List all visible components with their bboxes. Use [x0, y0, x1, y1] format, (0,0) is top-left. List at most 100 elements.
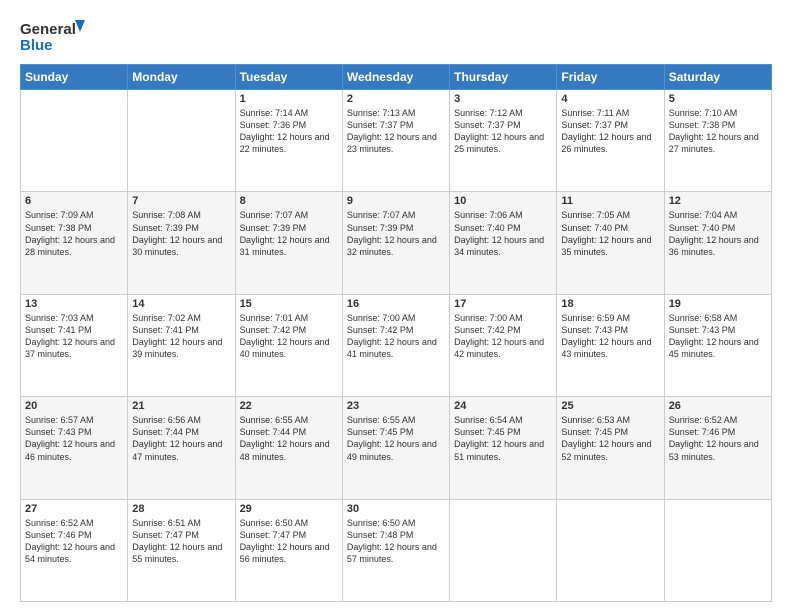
day-number: 13 [25, 298, 123, 310]
calendar-cell [21, 90, 128, 192]
day-number: 12 [669, 195, 767, 207]
day-header-monday: Monday [128, 65, 235, 90]
calendar-cell: 10 Sunrise: 7:06 AMSunset: 7:40 PMDayligh… [450, 192, 557, 294]
svg-text:Blue: Blue [20, 37, 53, 54]
header: GeneralBlue [20, 18, 772, 54]
day-info: Sunrise: 7:01 AMSunset: 7:42 PMDaylight:… [240, 312, 338, 361]
day-info: Sunrise: 6:56 AMSunset: 7:44 PMDaylight:… [132, 414, 230, 463]
day-info: Sunrise: 7:07 AMSunset: 7:39 PMDaylight:… [347, 209, 445, 258]
calendar-cell: 15Sunrise: 7:01 AMSunset: 7:42 PMDayligh… [235, 294, 342, 396]
day-info: Sunrise: 6:57 AMSunset: 7:43 PMDaylight:… [25, 414, 123, 463]
calendar-cell: 17 Sunrise: 7:00 AMSunset: 7:42 PMDayligh… [450, 294, 557, 396]
day-info: Sunrise: 7:09 AMSunset: 7:38 PMDaylight:… [25, 209, 123, 258]
day-info: Sunrise: 6:50 AMSunset: 7:48 PMDaylight:… [347, 517, 445, 566]
day-info: Sunrise: 6:55 AMSunset: 7:44 PMDaylight:… [240, 414, 338, 463]
day-number: 28 [132, 503, 230, 515]
calendar-cell: 5Sunrise: 7:10 AMSunset: 7:38 PMDaylight… [664, 90, 771, 192]
page: GeneralBlue SundayMondayTuesdayWednesday… [0, 0, 792, 612]
calendar-week-5: 27 Sunrise: 6:52 AMSunset: 7:46 PMDayligh… [21, 499, 772, 601]
day-info: Sunrise: 6:59 AMSunset: 7:43 PMDaylight:… [561, 312, 659, 361]
calendar-cell: 30 Sunrise: 6:50 AMSunset: 7:48 PMDayligh… [342, 499, 449, 601]
day-info: Sunrise: 6:51 AMSunset: 7:47 PMDaylight:… [132, 517, 230, 566]
day-number: 2 [347, 93, 445, 105]
calendar-cell: 27 Sunrise: 6:52 AMSunset: 7:46 PMDayligh… [21, 499, 128, 601]
day-info: Sunrise: 7:06 AMSunset: 7:40 PMDaylight:… [454, 209, 552, 258]
day-info: Sunrise: 7:07 AMSunset: 7:39 PMDaylight:… [240, 209, 338, 258]
day-header-sunday: Sunday [21, 65, 128, 90]
calendar-cell: 7 Sunrise: 7:08 AMSunset: 7:39 PMDaylight… [128, 192, 235, 294]
day-header-tuesday: Tuesday [235, 65, 342, 90]
day-info: Sunrise: 7:12 AMSunset: 7:37 PMDaylight:… [454, 107, 552, 156]
day-info: Sunrise: 7:00 AMSunset: 7:42 PMDaylight:… [347, 312, 445, 361]
day-number: 20 [25, 400, 123, 412]
day-number: 21 [132, 400, 230, 412]
day-number: 16 [347, 298, 445, 310]
day-info: Sunrise: 7:08 AMSunset: 7:39 PMDaylight:… [132, 209, 230, 258]
day-info: Sunrise: 7:14 AMSunset: 7:36 PMDaylight:… [240, 107, 338, 156]
calendar-cell: 16 Sunrise: 7:00 AMSunset: 7:42 PMDayligh… [342, 294, 449, 396]
calendar-cell: 6 Sunrise: 7:09 AMSunset: 7:38 PMDaylight… [21, 192, 128, 294]
calendar-table: SundayMondayTuesdayWednesdayThursdayFrid… [20, 64, 772, 602]
day-header-thursday: Thursday [450, 65, 557, 90]
day-number: 7 [132, 195, 230, 207]
calendar-cell: 3 Sunrise: 7:12 AMSunset: 7:37 PMDaylight… [450, 90, 557, 192]
day-info: Sunrise: 7:11 AMSunset: 7:37 PMDaylight:… [561, 107, 659, 156]
day-number: 25 [561, 400, 659, 412]
day-number: 4 [561, 93, 659, 105]
day-number: 8 [240, 195, 338, 207]
day-info: Sunrise: 6:53 AMSunset: 7:45 PMDaylight:… [561, 414, 659, 463]
calendar-cell: 8 Sunrise: 7:07 AMSunset: 7:39 PMDaylight… [235, 192, 342, 294]
day-number: 27 [25, 503, 123, 515]
calendar-header-row: SundayMondayTuesdayWednesdayThursdayFrid… [21, 65, 772, 90]
calendar-week-4: 20 Sunrise: 6:57 AMSunset: 7:43 PMDayligh… [21, 397, 772, 499]
calendar-cell: 28 Sunrise: 6:51 AMSunset: 7:47 PMDayligh… [128, 499, 235, 601]
calendar-week-1: 1 Sunrise: 7:14 AMSunset: 7:36 PMDaylight… [21, 90, 772, 192]
day-number: 1 [240, 93, 338, 105]
day-info: Sunrise: 7:00 AMSunset: 7:42 PMDaylight:… [454, 312, 552, 361]
svg-text:General: General [20, 21, 76, 38]
calendar-cell: 23Sunrise: 6:55 AMSunset: 7:45 PMDayligh… [342, 397, 449, 499]
day-number: 3 [454, 93, 552, 105]
calendar-cell: 4 Sunrise: 7:11 AMSunset: 7:37 PMDaylight… [557, 90, 664, 192]
day-info: Sunrise: 6:52 AMSunset: 7:46 PMDaylight:… [25, 517, 123, 566]
calendar-cell [128, 90, 235, 192]
day-info: Sunrise: 6:58 AMSunset: 7:43 PMDaylight:… [669, 312, 767, 361]
day-number: 17 [454, 298, 552, 310]
day-info: Sunrise: 7:04 AMSunset: 7:40 PMDaylight:… [669, 209, 767, 258]
day-info: Sunrise: 6:52 AMSunset: 7:46 PMDaylight:… [669, 414, 767, 463]
logo-svg: GeneralBlue [20, 18, 90, 54]
day-number: 18 [561, 298, 659, 310]
calendar-cell [557, 499, 664, 601]
calendar-cell [450, 499, 557, 601]
day-info: Sunrise: 6:54 AMSunset: 7:45 PMDaylight:… [454, 414, 552, 463]
day-info: Sunrise: 6:55 AMSunset: 7:45 PMDaylight:… [347, 414, 445, 463]
day-number: 24 [454, 400, 552, 412]
day-number: 6 [25, 195, 123, 207]
day-info: Sunrise: 7:02 AMSunset: 7:41 PMDaylight:… [132, 312, 230, 361]
calendar-cell: 24 Sunrise: 6:54 AMSunset: 7:45 PMDayligh… [450, 397, 557, 499]
calendar-cell: 2 Sunrise: 7:13 AMSunset: 7:37 PMDaylight… [342, 90, 449, 192]
day-header-saturday: Saturday [664, 65, 771, 90]
calendar-cell: 20 Sunrise: 6:57 AMSunset: 7:43 PMDayligh… [21, 397, 128, 499]
day-header-wednesday: Wednesday [342, 65, 449, 90]
calendar-week-3: 13 Sunrise: 7:03 AMSunset: 7:41 PMDayligh… [21, 294, 772, 396]
calendar-cell: 22 Sunrise: 6:55 AMSunset: 7:44 PMDayligh… [235, 397, 342, 499]
day-number: 30 [347, 503, 445, 515]
calendar-cell: 19 Sunrise: 6:58 AMSunset: 7:43 PMDayligh… [664, 294, 771, 396]
day-number: 14 [132, 298, 230, 310]
calendar-cell: 26 Sunrise: 6:52 AMSunset: 7:46 PMDayligh… [664, 397, 771, 499]
day-info: Sunrise: 7:03 AMSunset: 7:41 PMDaylight:… [25, 312, 123, 361]
day-number: 19 [669, 298, 767, 310]
day-number: 22 [240, 400, 338, 412]
day-number: 29 [240, 503, 338, 515]
day-info: Sunrise: 6:50 AMSunset: 7:47 PMDaylight:… [240, 517, 338, 566]
day-number: 11 [561, 195, 659, 207]
day-number: 26 [669, 400, 767, 412]
day-info: Sunrise: 7:05 AMSunset: 7:40 PMDaylight:… [561, 209, 659, 258]
calendar-cell: 18 Sunrise: 6:59 AMSunset: 7:43 PMDayligh… [557, 294, 664, 396]
day-info: Sunrise: 7:13 AMSunset: 7:37 PMDaylight:… [347, 107, 445, 156]
day-info: Sunrise: 7:10 AMSunset: 7:38 PMDaylight:… [669, 107, 767, 156]
day-number: 10 [454, 195, 552, 207]
calendar-cell: 13 Sunrise: 7:03 AMSunset: 7:41 PMDayligh… [21, 294, 128, 396]
calendar-cell: 14 Sunrise: 7:02 AMSunset: 7:41 PMDayligh… [128, 294, 235, 396]
